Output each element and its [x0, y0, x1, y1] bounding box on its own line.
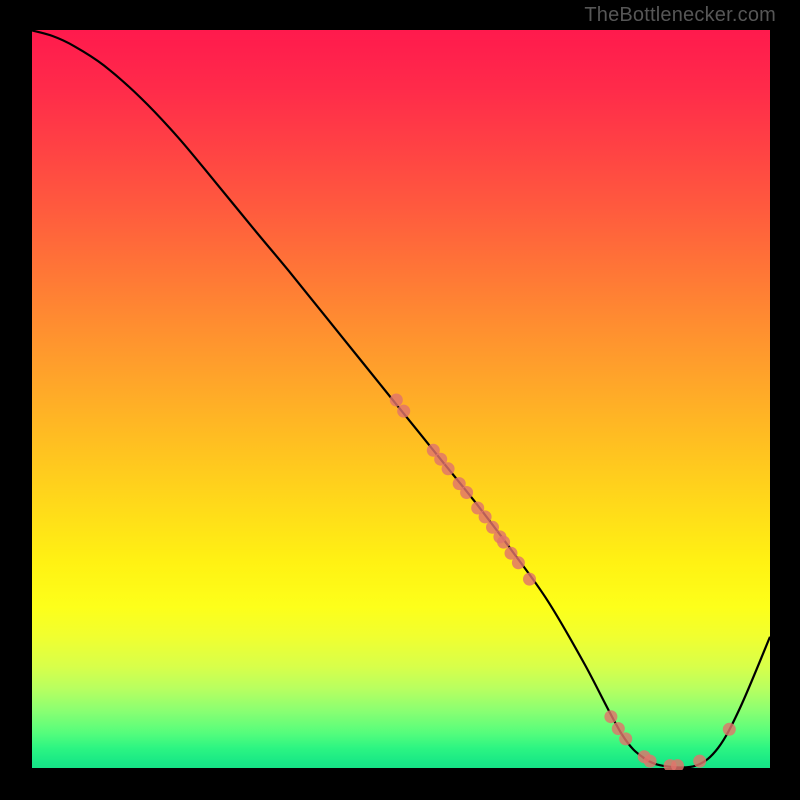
data-point: [397, 405, 410, 418]
data-point: [390, 394, 403, 407]
chart-svg: [30, 30, 770, 770]
data-point: [512, 556, 525, 569]
data-point: [693, 755, 706, 768]
data-point: [497, 536, 510, 549]
plot-area: [30, 30, 770, 770]
chart-container: TheBottlenecker.com: [0, 0, 800, 800]
data-point: [644, 755, 657, 768]
watermark-text: TheBottlenecker.com: [584, 4, 776, 27]
data-point: [619, 732, 632, 745]
data-point: [604, 710, 617, 723]
data-point: [479, 510, 492, 523]
data-point: [723, 723, 736, 736]
data-point: [442, 462, 455, 475]
data-point: [460, 486, 473, 499]
scatter-points: [390, 394, 736, 771]
data-point: [523, 573, 536, 586]
